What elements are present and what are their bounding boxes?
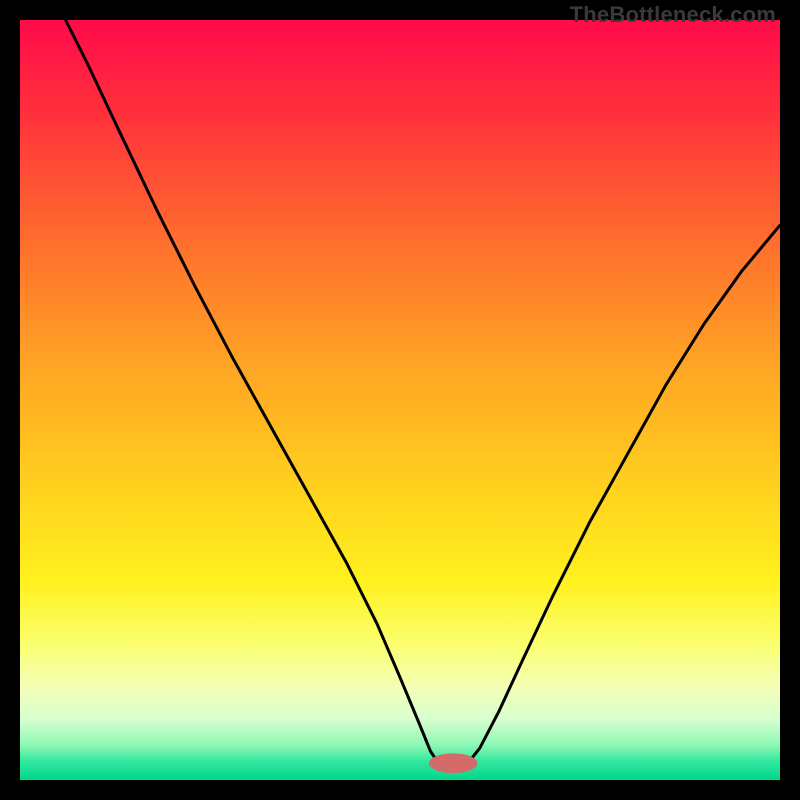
bottleneck-chart <box>20 20 780 780</box>
optimal-marker <box>429 753 478 773</box>
chart-frame <box>20 20 780 780</box>
gradient-background <box>20 20 780 780</box>
watermark-label: TheBottleneck.com <box>570 2 776 28</box>
